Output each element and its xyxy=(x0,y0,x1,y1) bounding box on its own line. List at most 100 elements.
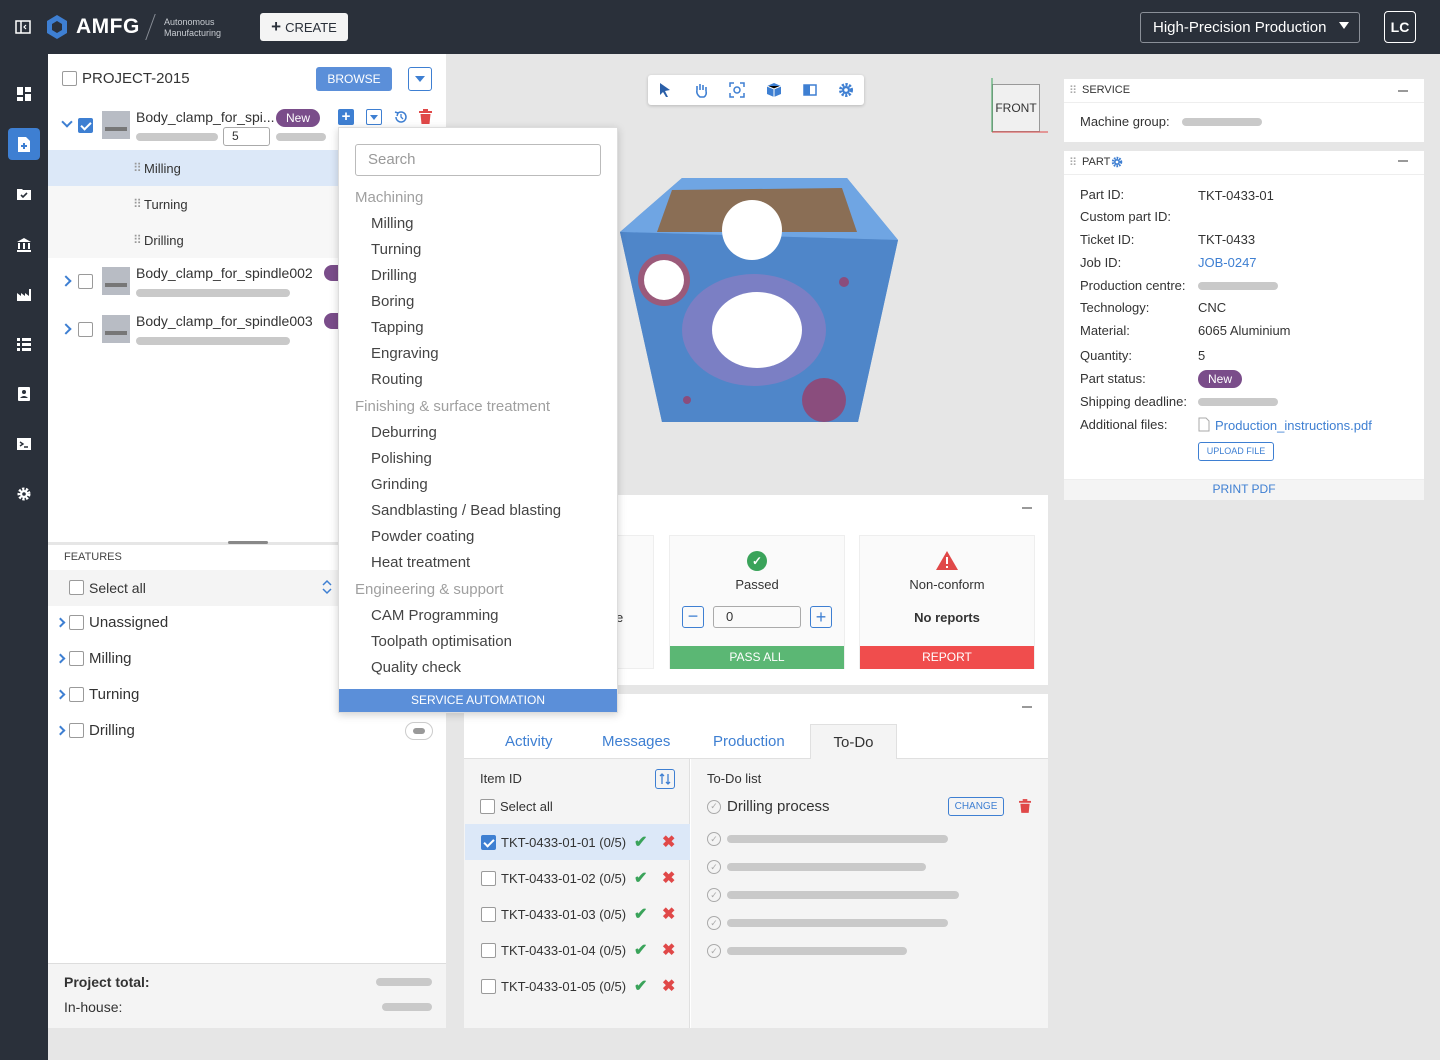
dropdown-item[interactable]: Engraving xyxy=(371,345,439,362)
items-select-all-checkbox[interactable] xyxy=(480,799,495,814)
part-checkbox[interactable] xyxy=(78,274,93,289)
approve-icon[interactable]: ✔ xyxy=(634,940,647,960)
reject-icon[interactable]: ✖ xyxy=(662,832,675,852)
cube-view-icon[interactable] xyxy=(766,82,782,98)
approve-icon[interactable]: ✔ xyxy=(634,832,647,852)
item-checkbox[interactable] xyxy=(481,942,496,958)
resize-handle[interactable] xyxy=(228,541,268,544)
approve-icon[interactable]: ✔ xyxy=(634,976,647,996)
job-id-link[interactable]: JOB-0247 xyxy=(1198,255,1257,270)
drag-handle-icon[interactable]: ⠿ xyxy=(1069,84,1077,97)
todo-check-icon[interactable]: ✓ xyxy=(707,944,721,958)
item-row[interactable]: TKT-0433-01-05 (0/5) ✔ ✖ xyxy=(465,968,690,1004)
dropdown-item[interactable]: Sandblasting / Bead blasting xyxy=(371,502,561,519)
trash-icon[interactable] xyxy=(1019,799,1031,813)
todo-check-icon[interactable]: ✓ xyxy=(707,916,721,930)
tasks-folder-icon[interactable] xyxy=(8,178,40,210)
dropdown-item[interactable]: Heat treatment xyxy=(371,554,470,571)
reject-icon[interactable]: ✖ xyxy=(662,976,675,996)
approve-icon[interactable]: ✔ xyxy=(634,868,647,888)
viewer-settings-icon[interactable] xyxy=(838,82,854,98)
list-icon[interactable] xyxy=(8,328,40,360)
feature-group-label[interactable]: Unassigned xyxy=(89,614,168,631)
item-checkbox[interactable] xyxy=(481,906,496,922)
part-name[interactable]: Body_clamp_for_spindle002 xyxy=(136,265,313,281)
create-button[interactable]: + CREATE xyxy=(260,13,348,41)
dropdown-item[interactable]: Routing xyxy=(371,371,423,388)
feature-group-checkbox[interactable] xyxy=(69,687,84,702)
toggle-switch[interactable] xyxy=(405,722,433,740)
file-link[interactable]: Production_instructions.pdf xyxy=(1215,418,1372,433)
feature-group-label[interactable]: Milling xyxy=(89,650,132,667)
todo-check-icon[interactable]: ✓ xyxy=(707,860,721,874)
print-pdf-button[interactable]: PRINT PDF xyxy=(1064,482,1424,496)
user-avatar[interactable]: LC xyxy=(1384,11,1416,43)
item-row[interactable]: TKT-0433-01-02 (0/5) ✔ ✖ xyxy=(465,860,690,896)
todo-check-icon[interactable]: ✓ xyxy=(707,888,721,902)
collapse-icon[interactable] xyxy=(1398,160,1408,162)
pass-all-button[interactable]: PASS ALL xyxy=(670,646,844,669)
select-all-checkbox[interactable] xyxy=(69,580,84,595)
item-checkbox[interactable] xyxy=(481,834,496,850)
part-checkbox[interactable] xyxy=(78,322,93,337)
feature-group-label[interactable]: Turning xyxy=(89,686,139,703)
browse-button[interactable]: BROWSE xyxy=(316,67,392,91)
change-button[interactable]: CHANGE xyxy=(948,797,1004,816)
factory-icon[interactable] xyxy=(8,278,40,310)
part-name[interactable]: Body_clamp_for_spindle003 xyxy=(136,313,313,329)
part-3d-model[interactable] xyxy=(612,170,904,430)
service-automation-button[interactable]: SERVICE AUTOMATION xyxy=(339,689,617,712)
part-name[interactable]: Body_clamp_for_spi... xyxy=(136,109,275,125)
tab-messages[interactable]: Messages xyxy=(602,733,670,750)
drag-handle-icon[interactable]: ⠿ xyxy=(1069,156,1077,169)
add-process-button[interactable]: + xyxy=(338,109,354,125)
contacts-icon[interactable] xyxy=(8,378,40,410)
dropdown-item[interactable]: Quality check xyxy=(371,659,461,676)
approve-icon[interactable]: ✔ xyxy=(634,904,647,924)
reject-icon[interactable]: ✖ xyxy=(662,940,675,960)
terminal-icon[interactable] xyxy=(8,428,40,460)
sidebar-toggle-icon[interactable] xyxy=(15,20,31,34)
feature-group-checkbox[interactable] xyxy=(69,651,84,666)
tab-todo[interactable]: To-Do xyxy=(810,724,897,759)
process-search-input[interactable]: Search xyxy=(355,144,601,176)
process-menu-button[interactable] xyxy=(366,109,382,125)
passed-count-input[interactable]: 0 xyxy=(713,606,801,628)
reject-icon[interactable]: ✖ xyxy=(662,904,675,924)
item-checkbox[interactable] xyxy=(481,978,496,994)
collapse-icon[interactable] xyxy=(1022,706,1032,708)
item-row[interactable]: TKT-0433-01-01 (0/5) ✔ ✖ xyxy=(465,824,690,860)
project-checkbox[interactable] xyxy=(62,71,77,86)
new-document-icon[interactable] xyxy=(8,128,40,160)
settings-gear-icon[interactable] xyxy=(8,478,40,510)
dropdown-item[interactable]: Toolpath optimisation xyxy=(371,633,512,650)
section-view-icon[interactable] xyxy=(802,82,818,98)
item-checkbox[interactable] xyxy=(481,870,496,886)
dropdown-item[interactable]: Milling xyxy=(371,215,414,232)
item-row[interactable]: TKT-0433-01-04 (0/5) ✔ ✖ xyxy=(465,932,690,968)
dropdown-item[interactable]: Tapping xyxy=(371,319,424,336)
upload-file-button[interactable]: UPLOAD FILE xyxy=(1198,442,1274,461)
part-checkbox[interactable] xyxy=(78,118,93,133)
feature-group-checkbox[interactable] xyxy=(69,615,84,630)
feature-group-label[interactable]: Drilling xyxy=(89,722,135,739)
select-cursor-icon[interactable] xyxy=(658,82,672,98)
dropdown-item[interactable]: Turning xyxy=(371,241,421,258)
gear-icon[interactable] xyxy=(1111,156,1123,168)
dropdown-item[interactable]: Grinding xyxy=(371,476,428,493)
pan-hand-icon[interactable] xyxy=(694,82,709,98)
sort-icon[interactable] xyxy=(321,579,333,595)
increment-button[interactable]: + xyxy=(810,606,832,628)
workspace-select[interactable]: High-Precision Production xyxy=(1140,12,1360,43)
reject-icon[interactable]: ✖ xyxy=(662,868,675,888)
collapse-icon[interactable] xyxy=(1022,507,1032,509)
dropdown-item[interactable]: Drilling xyxy=(371,267,417,284)
decrement-button[interactable]: − xyxy=(682,606,704,628)
report-button[interactable]: REPORT xyxy=(860,646,1034,669)
item-row[interactable]: TKT-0433-01-03 (0/5) ✔ ✖ xyxy=(465,896,690,932)
check-circle-icon[interactable]: ✓ xyxy=(707,799,721,814)
dropdown-item[interactable]: Boring xyxy=(371,293,414,310)
dropdown-item[interactable]: Polishing xyxy=(371,450,432,467)
dropdown-item[interactable]: Deburring xyxy=(371,424,437,441)
trash-icon[interactable] xyxy=(419,109,432,124)
